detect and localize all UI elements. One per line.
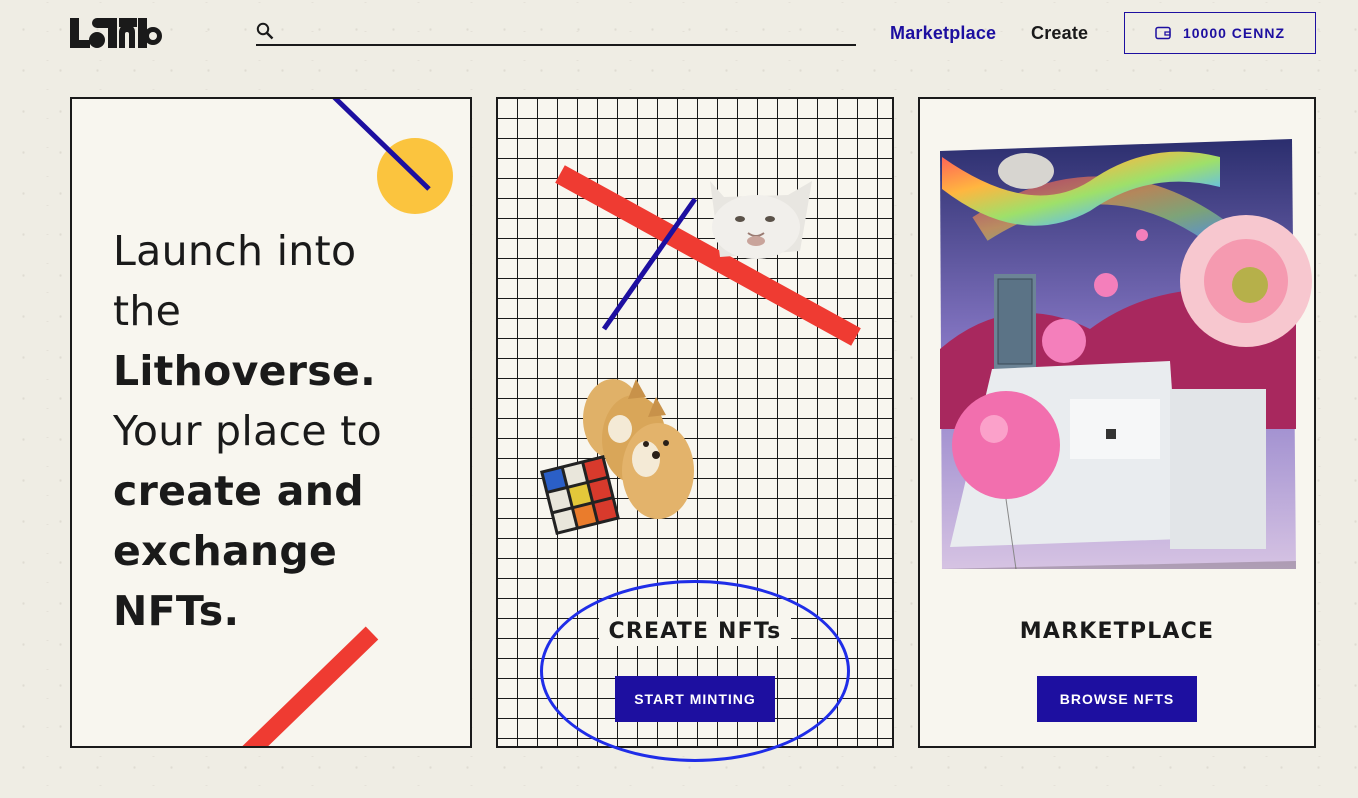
browse-nfts-button[interactable]: BROWSE NFTS xyxy=(1037,676,1197,722)
hero-card: Launch into the Lithoverse. Your place t… xyxy=(70,97,472,748)
search-icon xyxy=(256,22,274,40)
flower-image xyxy=(1180,215,1312,347)
nav-marketplace-link[interactable]: Marketplace xyxy=(890,23,996,44)
start-minting-button[interactable]: START MINTING xyxy=(615,676,775,722)
nav-create-link[interactable]: Create xyxy=(1031,23,1088,44)
hero-line: Your place to xyxy=(113,407,382,455)
marketplace-title: MARKETPLACE xyxy=(920,617,1314,646)
cat-meme-image xyxy=(710,181,812,259)
litho-logo[interactable] xyxy=(70,16,162,50)
wallet-button[interactable]: 10000 CENNZ xyxy=(1124,12,1316,54)
search-bar[interactable] xyxy=(256,20,856,46)
hero-line-bold: create and xyxy=(113,467,364,515)
create-nfts-card[interactable]: CREATE NFTs START MINTING xyxy=(496,97,894,748)
rubiks-cube-image xyxy=(540,455,621,536)
marketplace-collage xyxy=(940,139,1312,569)
hero-line: Launch into xyxy=(113,227,357,275)
marketplace-card[interactable]: MARKETPLACE BROWSE NFTS xyxy=(918,97,1316,748)
create-nfts-title: CREATE NFTs xyxy=(498,617,892,646)
search-input[interactable] xyxy=(282,20,852,44)
hero-line: the xyxy=(113,287,182,335)
marketplace-title-text: MARKETPLACE xyxy=(1009,617,1225,646)
hero-line-bold: exchange xyxy=(113,527,338,575)
hero-line-bold: Lithoverse. xyxy=(113,347,376,395)
hero-headline: Launch into the Lithoverse. Your place t… xyxy=(113,221,453,641)
wallet-icon xyxy=(1155,26,1171,40)
create-collage xyxy=(540,165,861,536)
create-nfts-title-text: CREATE NFTs xyxy=(598,617,792,646)
wallet-balance: 10000 CENNZ xyxy=(1182,25,1286,41)
hero-line-bold: NFTs. xyxy=(113,587,240,635)
